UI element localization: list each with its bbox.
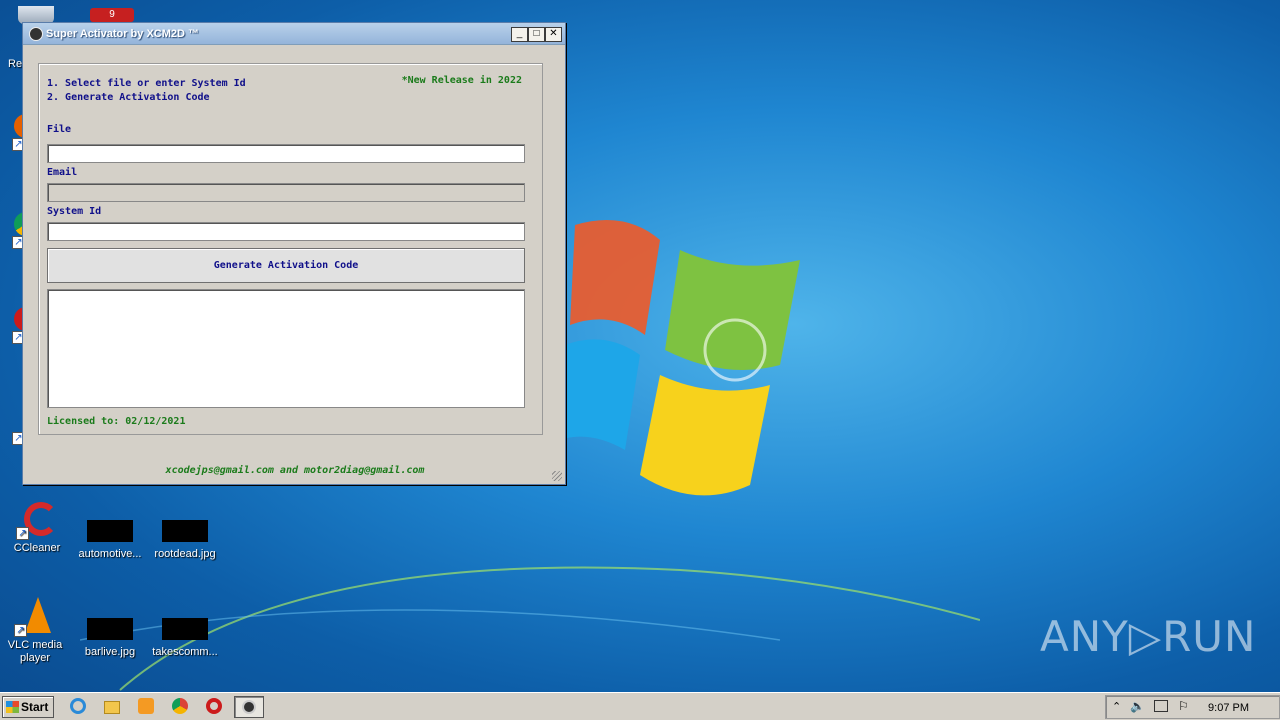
badge-count: 9 xyxy=(109,9,115,20)
volume-icon[interactable]: 🔈 xyxy=(1130,699,1145,713)
desktop-icon-rootdead[interactable]: rootdead.jpg xyxy=(152,510,218,561)
licensed-to-label: Licensed to: 02/12/2021 xyxy=(47,416,186,427)
desktop-icon-automotive[interactable]: automotive... xyxy=(77,510,143,561)
instruction-step-2: 2. Generate Activation Code xyxy=(47,92,210,103)
close-button[interactable]: ✕ xyxy=(545,27,562,42)
image-file-icon xyxy=(162,618,208,640)
email-input[interactable] xyxy=(47,183,525,202)
start-label: Start xyxy=(21,700,49,714)
email-label: Email xyxy=(47,167,78,178)
desktop-icon-label: barlive.jpg xyxy=(84,646,136,658)
image-file-icon xyxy=(87,618,133,640)
explorer-icon[interactable] xyxy=(104,698,122,716)
resize-grip[interactable] xyxy=(552,471,562,481)
desktop-label-partial: Re xyxy=(8,58,23,70)
instruction-step-1: 1. Select file or enter System Id xyxy=(47,78,246,89)
notification-badge: 9 xyxy=(90,8,134,22)
opera-icon[interactable] xyxy=(206,698,224,716)
activator-app-icon xyxy=(242,700,256,714)
start-button[interactable]: Start xyxy=(2,696,54,718)
system-id-label: System Id xyxy=(47,206,102,217)
image-file-icon xyxy=(87,520,133,542)
anyrun-watermark: ANY▷RUN xyxy=(1040,612,1257,661)
window-title: Super Activator by XCM2D ™ xyxy=(46,28,200,40)
flag-icon[interactable]: ⚐ xyxy=(1178,699,1189,713)
contact-footer: xcodejps@gmail.com and motor2diag@gmail.… xyxy=(165,465,425,476)
file-input[interactable] xyxy=(47,144,525,163)
desktop-icon-label: VLC media player xyxy=(7,639,63,664)
system-id-input[interactable] xyxy=(47,222,525,241)
activator-app-taskbar-button[interactable] xyxy=(234,696,264,718)
super-activator-window: Super Activator by XCM2D ™ _ □ ✕ 1. Sele… xyxy=(22,22,566,485)
ie-icon[interactable] xyxy=(70,698,88,716)
chrome-icon[interactable] xyxy=(172,698,190,716)
ccleaner-icon: ↗ xyxy=(14,500,60,540)
taskbar: Start ⌃ 🔈 ⚐ 9:07 PM xyxy=(0,692,1280,720)
system-tray: ⌃ 🔈 ⚐ 9:07 PM xyxy=(1105,695,1280,719)
desktop-icon-label: CCleaner xyxy=(13,542,61,554)
release-note: *New Release in 2022 xyxy=(401,75,522,86)
desktop-icon-label: automotive... xyxy=(78,548,142,560)
file-label: File xyxy=(47,124,72,135)
image-file-icon xyxy=(162,520,208,542)
clock: 9:07 PM xyxy=(1208,702,1249,714)
windows-logo-icon xyxy=(6,701,19,713)
desktop-icon-label: takescomm... xyxy=(152,646,218,658)
maximize-button[interactable]: □ xyxy=(528,27,545,42)
generate-activation-code-button[interactable]: Generate Activation Code xyxy=(47,248,525,283)
desktop-icon-barlive[interactable]: barlive.jpg xyxy=(77,608,143,659)
app-icon xyxy=(29,27,43,41)
vlc-icon: ↗ xyxy=(12,597,58,637)
activation-code-output[interactable] xyxy=(47,289,525,408)
title-bar[interactable]: Super Activator by XCM2D ™ _ □ ✕ xyxy=(23,23,565,45)
network-icon[interactable] xyxy=(1154,700,1168,712)
desktop-icon-takescomm[interactable]: takescomm... xyxy=(152,608,218,659)
show-hidden-icon[interactable]: ⌃ xyxy=(1112,700,1121,713)
desktop-icon-ccleaner[interactable]: ↗ CCleaner xyxy=(4,500,70,555)
desktop-icon-vlc[interactable]: ↗ VLC media player xyxy=(2,597,68,665)
main-panel: 1. Select file or enter System Id 2. Gen… xyxy=(38,63,543,435)
windows-logo-wallpaper xyxy=(565,220,800,496)
minimize-button[interactable]: _ xyxy=(511,27,528,42)
desktop-icon-label: rootdead.jpg xyxy=(154,548,216,560)
media-player-icon[interactable] xyxy=(138,698,156,716)
